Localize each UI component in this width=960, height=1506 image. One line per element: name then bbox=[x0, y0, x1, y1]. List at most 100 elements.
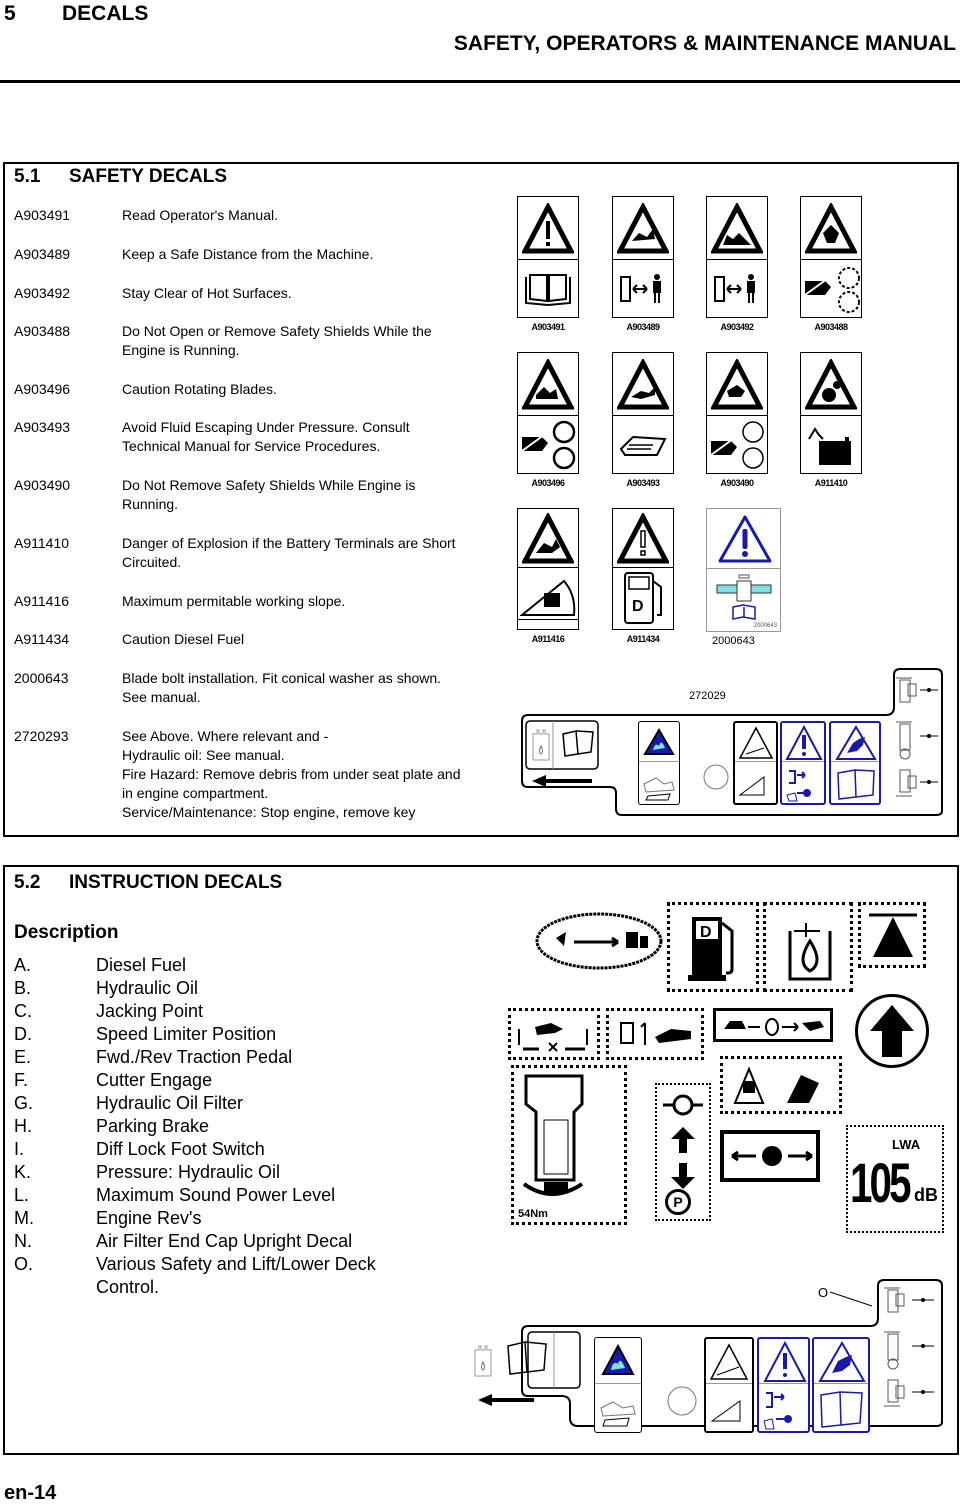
warning-rollover-icon bbox=[522, 513, 574, 564]
warning-blade-icon bbox=[522, 359, 574, 410]
decal-description: Blade bolt installation. Fit conical was… bbox=[122, 670, 442, 705]
decal-code: A903496 bbox=[14, 381, 71, 397]
decal-slope-warning bbox=[704, 1337, 754, 1433]
item-letter: O. bbox=[14, 1254, 34, 1274]
decal-hand-entanglement bbox=[829, 721, 881, 805]
lift-lower-deck-icons bbox=[884, 1287, 934, 1407]
remove-key-icon bbox=[786, 770, 811, 802]
item-letter: C. bbox=[14, 1001, 32, 1021]
decal-fire-hazard bbox=[638, 721, 680, 805]
decal-label: A903493 bbox=[626, 478, 660, 488]
hydraulic-oil-filter-decal: 54Nm bbox=[511, 1065, 627, 1225]
decal-code: A911416 bbox=[14, 593, 70, 609]
decal-description: Avoid Fluid Escaping Under Pressure. Con… bbox=[122, 419, 410, 454]
decal-label: A903489 bbox=[626, 322, 660, 332]
sound-level-unit: dB bbox=[914, 1185, 938, 1205]
decal-code: A903492 bbox=[14, 285, 71, 301]
tortoise-hare-engage-icon bbox=[724, 1018, 824, 1036]
direction-arrow-decal bbox=[855, 994, 929, 1068]
warning-hand-icon bbox=[818, 1341, 866, 1382]
chapter-heading: 5 DECALS bbox=[4, 2, 148, 26]
warning-slope-icon bbox=[709, 1343, 749, 1380]
warning-exclamation-icon bbox=[718, 515, 772, 563]
blade-bolt-diagram-icon bbox=[716, 574, 772, 620]
item-letter: H. bbox=[14, 1116, 32, 1136]
decal-code: A911410 bbox=[14, 535, 70, 551]
description-heading: Description bbox=[14, 922, 119, 943]
warning-hot-surface-icon bbox=[711, 203, 763, 254]
decal-code: A903490 bbox=[14, 477, 71, 493]
hydraulic-oil-tank-icon bbox=[474, 1345, 492, 1377]
decal-code: A903491 bbox=[14, 207, 71, 223]
fire-warning-icon bbox=[601, 1344, 635, 1375]
pedal-mower-icon bbox=[620, 1022, 691, 1045]
item-text: Fwd./Rev Traction Pedal bbox=[96, 1047, 293, 1067]
item-text: Hydraulic Oil bbox=[96, 978, 199, 998]
book-icon bbox=[837, 769, 875, 800]
sound-power-decal: LWA 105 dB bbox=[846, 1125, 944, 1233]
decal-safe-distance bbox=[612, 196, 674, 318]
decal-description: Keep a Safe Distance from the Machine. bbox=[122, 246, 374, 262]
decal-label: A903492 bbox=[720, 322, 754, 332]
warning-exclamation-icon bbox=[763, 1341, 807, 1382]
item-letter: D. bbox=[14, 1024, 32, 1044]
chapter-title: DECALS bbox=[62, 2, 149, 25]
mower-seat-icon bbox=[600, 1401, 636, 1427]
warning-hand-icon bbox=[835, 725, 877, 760]
decal-safety-shields bbox=[800, 196, 862, 318]
page-number: en-14 bbox=[4, 1482, 57, 1504]
header-rule bbox=[0, 80, 960, 83]
warning-fluid-jet-icon bbox=[617, 359, 669, 410]
hydraulic-oil-decal bbox=[763, 902, 853, 992]
decal-description: Do Not Remove Safety Shields While Engin… bbox=[122, 477, 416, 512]
book-icon bbox=[507, 1341, 547, 1375]
oil-tank-drop-icon bbox=[788, 923, 832, 981]
fuel-pump-icon: D bbox=[624, 572, 662, 624]
item-letter: F. bbox=[14, 1070, 29, 1090]
warning-exclamation-icon bbox=[617, 513, 669, 564]
manual-pages-icon bbox=[619, 435, 667, 456]
engine-revs-decal bbox=[535, 912, 663, 970]
svg-text:D: D bbox=[700, 924, 712, 941]
warning-ejection-icon bbox=[617, 203, 669, 254]
parking-p-icon: P bbox=[665, 1189, 691, 1215]
item-text: Parking Brake bbox=[96, 1116, 210, 1136]
jack-triangle-icon bbox=[869, 913, 917, 957]
item-letter: I. bbox=[14, 1139, 25, 1159]
keep-distance-icon bbox=[714, 274, 755, 303]
item-text: Hydraulic Oil Filter bbox=[96, 1093, 244, 1113]
item-text: Various Safety and Lift/Lower Deck Contr… bbox=[96, 1254, 376, 1297]
decal-label: A903496 bbox=[531, 478, 565, 488]
item-text: Cutter Engage bbox=[96, 1070, 213, 1090]
chapter-number: 5 bbox=[4, 2, 16, 25]
arrow-left-icon bbox=[532, 775, 592, 787]
slope-angle-icon bbox=[710, 1400, 741, 1422]
decal-slope-warning bbox=[733, 721, 778, 805]
decal-rotating-blades bbox=[517, 352, 579, 474]
book-icon bbox=[820, 1391, 863, 1428]
arrow-left-icon bbox=[478, 1394, 534, 1406]
decal-code: 2720293 bbox=[14, 728, 69, 744]
decal-label: A911416 bbox=[531, 634, 565, 644]
decal-battery-explosion bbox=[800, 352, 862, 474]
book-icon bbox=[562, 730, 594, 757]
sound-level-symbol: LWA bbox=[892, 1137, 921, 1152]
item-letter: N. bbox=[14, 1231, 32, 1251]
section-number: 5.1 bbox=[14, 166, 41, 187]
item-letter: B. bbox=[14, 978, 32, 998]
book-icon bbox=[525, 274, 571, 307]
decal-description: Caution Diesel Fuel bbox=[122, 631, 245, 647]
warning-slope-icon bbox=[738, 726, 774, 759]
decal-description: Do Not Open or Remove Safety Shields Whi… bbox=[122, 323, 432, 358]
blank-circle-icon bbox=[703, 764, 729, 790]
svg-text:D: D bbox=[632, 598, 644, 615]
blank-circle-icon bbox=[667, 1386, 697, 1416]
fuel-pump-icon: D bbox=[688, 917, 734, 981]
decal-label: A903490 bbox=[720, 478, 754, 488]
item-letter: K. bbox=[14, 1162, 32, 1182]
decal-code: A911434 bbox=[14, 631, 70, 647]
item-text: Pressure: Hydraulic Oil bbox=[96, 1162, 281, 1182]
decal-hand-entanglement bbox=[812, 1337, 870, 1433]
hand-rotating-blades-icon bbox=[521, 420, 576, 470]
decal-remove-shields bbox=[706, 352, 768, 474]
